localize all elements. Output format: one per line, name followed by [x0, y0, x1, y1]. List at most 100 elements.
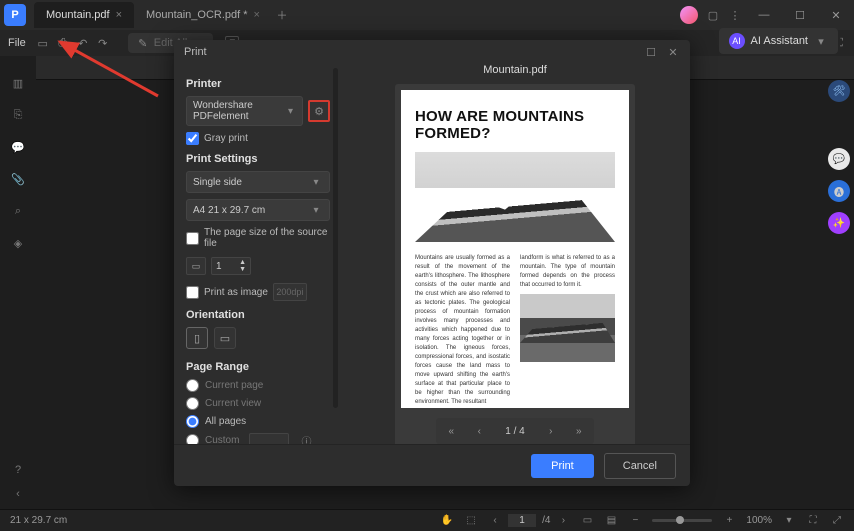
- range-custom[interactable]: Customⓘ: [186, 433, 330, 444]
- orientation-landscape[interactable]: ▭: [214, 327, 236, 349]
- zoom-value: 100%: [746, 515, 772, 526]
- gray-print-label: Gray print: [204, 133, 248, 144]
- titlebar: P Mountain.pdf × Mountain_OCR.pdf * × ＋ …: [0, 0, 854, 30]
- fit-icon[interactable]: ⛶: [806, 514, 820, 528]
- pager-last-icon[interactable]: »: [567, 421, 591, 441]
- pager-prev-icon[interactable]: ‹: [488, 514, 502, 528]
- page-image-1: [415, 152, 615, 242]
- layers-icon[interactable]: ◈: [11, 236, 25, 250]
- comment-icon[interactable]: 💬: [11, 140, 25, 154]
- ai-assistant-button[interactable]: AI AI Assistant ▾: [719, 28, 838, 54]
- duplex-select[interactable]: Single side ▾: [186, 171, 330, 193]
- info-icon[interactable]: ⓘ: [299, 434, 313, 445]
- print-button[interactable]: Print: [531, 454, 594, 478]
- pager-prev-icon[interactable]: ‹: [467, 421, 491, 441]
- scrollbar[interactable]: [333, 68, 338, 408]
- chat-icon[interactable]: 💬: [828, 148, 850, 170]
- effects-icon[interactable]: ✨: [828, 212, 850, 234]
- close-icon[interactable]: ✕: [666, 45, 680, 59]
- ai-label: AI Assistant: [751, 35, 808, 47]
- search-icon[interactable]: ⌕: [11, 204, 25, 218]
- zoom-out-icon[interactable]: −: [628, 514, 642, 528]
- ai-icon: AI: [729, 33, 745, 49]
- range-current-page[interactable]: Current page: [186, 379, 330, 392]
- avatar[interactable]: [680, 6, 698, 24]
- pager-first-icon[interactable]: «: [439, 421, 463, 441]
- assistant-icon[interactable]: 🅐: [828, 180, 850, 202]
- copies-value: 1: [216, 261, 222, 272]
- tab-mountain[interactable]: Mountain.pdf ×: [34, 2, 134, 28]
- tools-icon[interactable]: 🛠: [828, 80, 850, 102]
- range-current-view[interactable]: Current view: [186, 397, 330, 410]
- chevron-down-icon: ▾: [814, 34, 828, 48]
- window-icon[interactable]: ▢: [706, 8, 720, 22]
- view-icon[interactable]: ▤: [604, 514, 618, 528]
- bookmark-icon[interactable]: ⎘: [11, 108, 25, 122]
- copies-input[interactable]: 1 ▲▼: [211, 257, 251, 275]
- status-pager: ‹ /4 ›: [488, 514, 570, 528]
- attachment-icon[interactable]: 📎: [11, 172, 25, 186]
- cancel-button[interactable]: Cancel: [604, 453, 676, 479]
- dialog-titlebar: Print ☐ ✕: [174, 40, 690, 64]
- file-menu[interactable]: File: [8, 37, 26, 49]
- maximize-icon[interactable]: ☐: [644, 45, 658, 59]
- status-page-total: /4: [542, 515, 550, 526]
- add-tab-icon[interactable]: ＋: [272, 7, 292, 23]
- left-sidebar: ▥ ⎘ 💬 📎 ⌕ ◈ ? ‹: [0, 56, 36, 505]
- gray-print-checkbox[interactable]: Gray print: [186, 132, 330, 145]
- printer-select[interactable]: Wondershare PDFelement ▾: [186, 96, 303, 126]
- minimize-icon[interactable]: —: [750, 4, 778, 26]
- paper-select[interactable]: A4 21 x 29.7 cm ▾: [186, 199, 330, 221]
- print-as-image-label: Print as image: [204, 287, 268, 298]
- preview-page-wrap: HOW ARE MOUNTAINS FORMED? Mountains are …: [395, 84, 635, 444]
- paper-value: A4 21 x 29.7 cm: [193, 205, 265, 216]
- expand-icon[interactable]: ⤢: [830, 514, 844, 528]
- close-icon[interactable]: ×: [254, 9, 260, 21]
- copies-icon: ▭: [186, 257, 206, 275]
- dialog-title: Print: [184, 46, 207, 58]
- chevron-down-icon: ▾: [309, 175, 323, 189]
- orientation-heading: Orientation: [186, 309, 330, 321]
- page-col-1: Mountains are usually formed as a result…: [415, 254, 510, 407]
- print-as-image-input[interactable]: [186, 286, 199, 299]
- tab-mountain-ocr[interactable]: Mountain_OCR.pdf * ×: [134, 2, 272, 28]
- print-icon[interactable]: ⎙: [56, 36, 70, 50]
- titlebar-right: ▢ ⋮ — ☐ ✕: [680, 4, 850, 26]
- undo-icon[interactable]: ↶: [76, 36, 90, 50]
- source-size-input[interactable]: [186, 232, 199, 245]
- close-icon[interactable]: ✕: [822, 4, 850, 26]
- kebab-icon[interactable]: ⋮: [728, 8, 742, 22]
- preview-pager: « ‹ 1 / 4 › »: [436, 418, 593, 444]
- status-page-input[interactable]: [508, 514, 536, 527]
- print-as-image-checkbox[interactable]: Print as image 200dpi: [186, 283, 330, 301]
- range-all-pages[interactable]: All pages: [186, 415, 330, 428]
- dialog-footer: Print Cancel: [174, 444, 690, 486]
- read-icon[interactable]: ▭: [580, 514, 594, 528]
- page-col-2: landform is what is referred to as a mou…: [520, 254, 615, 407]
- help-icon[interactable]: ?: [11, 463, 25, 477]
- printer-properties-button[interactable]: ⚙: [308, 100, 330, 122]
- maximize-icon[interactable]: ☐: [786, 4, 814, 26]
- chevron-down-icon[interactable]: ▾: [782, 514, 796, 528]
- hand-icon[interactable]: ✋: [440, 514, 454, 528]
- pager-next-icon[interactable]: ›: [539, 421, 563, 441]
- collapse-icon[interactable]: ‹: [11, 487, 25, 501]
- pager-next-icon[interactable]: ›: [556, 514, 570, 528]
- preview-page: HOW ARE MOUNTAINS FORMED? Mountains are …: [401, 90, 629, 408]
- gray-print-input[interactable]: [186, 132, 199, 145]
- close-icon[interactable]: ×: [116, 9, 122, 21]
- right-rail: 🛠 💬 🅐 ✨: [824, 80, 854, 234]
- zoom-slider[interactable]: [652, 519, 712, 522]
- custom-range-input[interactable]: [249, 433, 289, 444]
- zoom-in-icon[interactable]: +: [722, 514, 736, 528]
- thumbnails-icon[interactable]: ▥: [11, 76, 25, 90]
- printer-heading: Printer: [186, 78, 330, 90]
- print-settings-pane: Printer Wondershare PDFelement ▾ ⚙ Gray …: [174, 64, 340, 444]
- orientation-portrait[interactable]: ▯: [186, 327, 208, 349]
- save-icon[interactable]: ▭: [36, 36, 50, 50]
- tab-label: Mountain.pdf: [46, 9, 110, 21]
- redo-icon[interactable]: ↷: [96, 36, 110, 50]
- dpi-value: 200dpi: [273, 283, 307, 301]
- select-icon[interactable]: ⬚: [464, 514, 478, 528]
- source-size-checkbox[interactable]: The page size of the source file: [186, 227, 330, 249]
